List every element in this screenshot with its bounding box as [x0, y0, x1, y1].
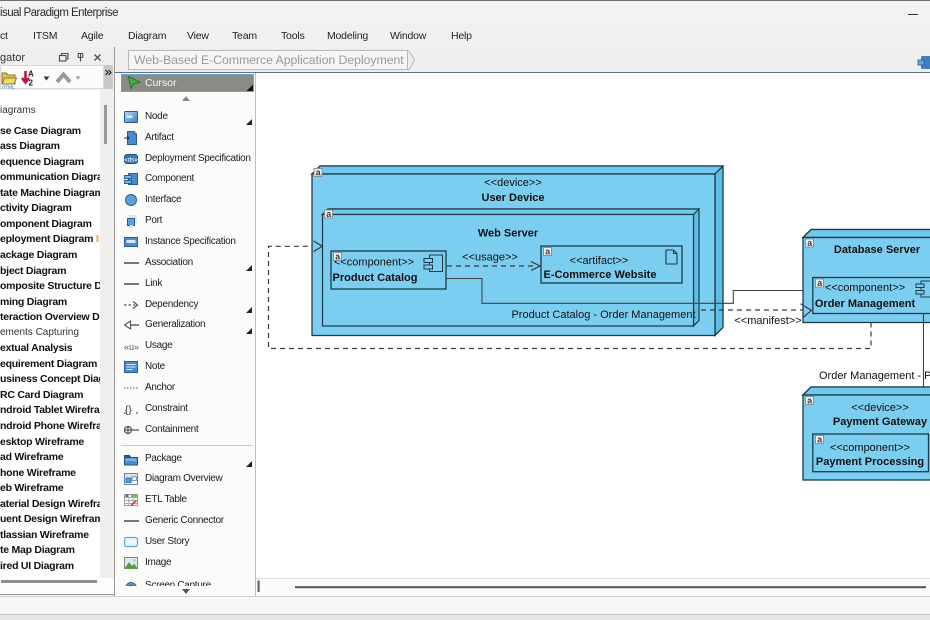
svg-text:E-Commerce Website: E-Commerce Website — [544, 269, 657, 281]
svg-text:a: a — [807, 238, 812, 248]
svg-text:<<artifact>>: <<artifact>> — [570, 255, 629, 267]
svg-text:<<component>>: <<component>> — [830, 442, 910, 454]
svg-text:Web Server: Web Server — [478, 228, 539, 240]
svg-text:a: a — [326, 209, 331, 219]
svg-text:a: a — [335, 252, 340, 262]
svg-text:Product Catalog - Order Manage: Product Catalog - Order Management — [511, 309, 695, 321]
svg-text:Product Catalog: Product Catalog — [333, 272, 418, 284]
svg-text:Payment Gateway: Payment Gateway — [833, 416, 928, 428]
svg-text:<<device>>: <<device>> — [851, 402, 909, 414]
svg-text:a: a — [807, 396, 812, 406]
svg-text:Database Server: Database Server — [834, 244, 921, 256]
svg-text:Order Management: Order Management — [815, 298, 916, 310]
svg-text:Order Management - Payment Pro: Order Management - Payment Processing — [819, 370, 930, 382]
svg-text:<<component>>: <<component>> — [334, 257, 414, 269]
svg-text:<<component>>: <<component>> — [825, 282, 905, 294]
svg-text:User Device: User Device — [482, 192, 545, 204]
svg-text:<<manifest>>: <<manifest>> — [734, 315, 801, 327]
svg-text:Payment Processing: Payment Processing — [816, 456, 924, 468]
svg-text:<<usage>>: <<usage>> — [462, 252, 518, 264]
svg-text:a: a — [817, 278, 822, 288]
svg-text:a: a — [316, 168, 321, 178]
svg-text:<<device>>: <<device>> — [484, 177, 542, 189]
svg-text:a: a — [817, 435, 822, 445]
svg-text:a: a — [545, 247, 550, 257]
